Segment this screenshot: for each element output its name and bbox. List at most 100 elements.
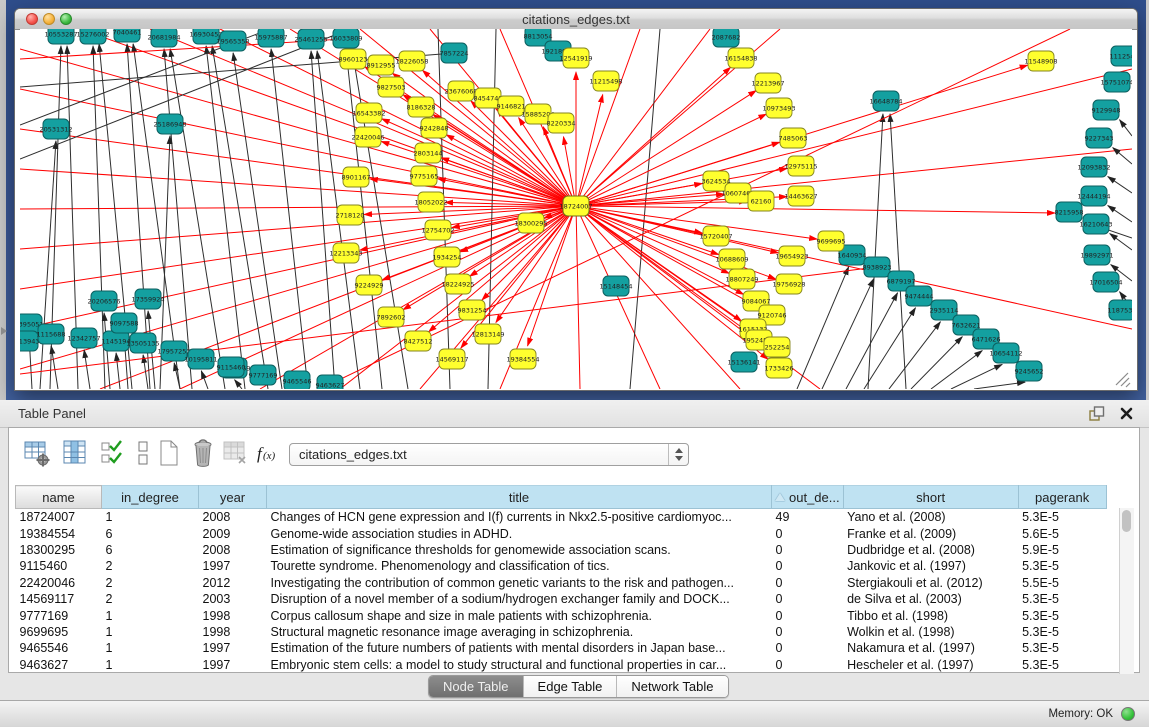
table-cell[interactable]: 0 [772,591,844,607]
network-node[interactable]: 18224925 [441,274,474,294]
table-cell[interactable]: Nakamura et al. (1997) [843,640,1018,656]
table-row[interactable]: 969969511998Structural magnetic resonanc… [16,624,1107,640]
table-cell[interactable]: 0 [772,558,844,574]
table-cell[interactable]: 0 [772,657,844,673]
table-row[interactable]: 977716911998Corpus callosum shape and si… [16,607,1107,623]
table-cell[interactable]: 18724007 [16,509,102,526]
table-cell[interactable]: de Silva et al. (2003) [843,591,1018,607]
network-node[interactable]: 12213967 [751,73,784,93]
table-cell[interactable]: 1 [102,509,199,526]
table-cell[interactable]: 49 [772,509,844,526]
network-node[interactable]: 20206576 [87,291,120,311]
table-cell[interactable]: 5.5E-5 [1018,575,1106,591]
table-row[interactable]: 1456911722003Disruption of a novel membe… [16,591,1107,607]
table-cell[interactable]: Corpus callosum shape and size in male p… [267,607,772,623]
hidden-panel-arrow[interactable] [1,327,7,335]
network-node[interactable]: 8220334 [547,113,576,133]
close-panel-icon[interactable] [1118,405,1135,422]
table-cell[interactable]: 2009 [199,525,267,541]
network-node[interactable]: 7892602 [377,307,406,327]
column-header-title[interactable]: title [267,486,772,509]
table-cell[interactable]: 1 [102,657,199,673]
tab-node-table[interactable]: Node Table [429,676,524,697]
network-node[interactable]: 252254 [764,337,790,357]
table-scrollbar[interactable] [1119,508,1134,674]
table-columns-icon[interactable] [61,438,89,468]
table-cell[interactable]: Wolkin et al. (1998) [843,624,1018,640]
network-node[interactable]: 20531312 [39,119,72,139]
network-node[interactable]: 10553287 [44,29,77,44]
network-node[interactable]: 9227343 [1085,128,1114,148]
table-cell[interactable]: 9463627 [16,657,102,673]
table-cell[interactable]: 0 [772,542,844,558]
column-header-pagerank[interactable]: pagerank [1018,486,1106,509]
network-node[interactable]: 10195811 [184,349,217,369]
table-row[interactable]: 911546021997Tourette syndrome. Phenomeno… [16,558,1107,574]
table-settings-icon[interactable] [23,438,51,468]
network-node[interactable]: 18807249 [725,269,758,289]
memory-status-indicator[interactable] [1121,707,1135,721]
network-node[interactable]: 13505135 [126,333,159,353]
table-cell[interactable]: 14569117 [16,591,102,607]
network-node[interactable]: 8186328 [407,97,436,117]
table-cell[interactable]: Stergiakouli et al. (2012) [843,575,1018,591]
table-cell[interactable]: 6 [102,542,199,558]
network-node[interactable]: 15751074 [1100,72,1132,92]
network-node[interactable]: 16033809 [329,29,362,48]
network-node[interactable]: 9465546 [283,371,312,389]
network-node[interactable]: 19565358 [216,31,249,51]
network-node[interactable]: 9463627 [316,375,345,389]
table-cell[interactable]: 1998 [199,624,267,640]
network-table-select[interactable]: citations_edges.txt [289,443,689,466]
network-node[interactable]: 12342757 [67,328,100,348]
network-node[interactable]: 7857224 [440,43,469,63]
table-cell[interactable]: 5.9E-5 [1018,542,1106,558]
network-node[interactable]: 8960123 [339,49,368,69]
network-node[interactable]: 16210643 [1079,214,1112,234]
network-node[interactable]: 25186948 [153,114,186,134]
table-cell[interactable]: Estimation of significance thresholds fo… [267,542,772,558]
table-cell[interactable]: 5.3E-5 [1018,624,1106,640]
network-node[interactable]: 7485063 [779,128,808,148]
network-node[interactable]: 15975887 [254,29,287,47]
table-cell[interactable]: 9465546 [16,640,102,656]
table-cell[interactable]: 19384554 [16,525,102,541]
table-cell[interactable]: Dudbridge et al. (2008) [843,542,1018,558]
network-canvas[interactable]: 1055328715276002704046120681984169304531… [20,29,1132,389]
network-node[interactable]: 9831254 [458,300,487,320]
function-icon[interactable]: f (x) [255,438,281,468]
resize-grip[interactable] [1116,373,1130,387]
network-node[interactable]: 2803144 [414,143,443,163]
table-cell[interactable]: Genome-wide association studies in ADHD. [267,525,772,541]
table-cell[interactable]: 5.3E-5 [1018,509,1106,526]
network-node[interactable]: 9777169 [249,365,278,385]
table-cell[interactable]: 1997 [199,558,267,574]
table-cell[interactable]: 5.6E-5 [1018,525,1106,541]
table-cell[interactable]: 0 [772,575,844,591]
table-cell[interactable]: 5.3E-5 [1018,657,1106,673]
network-node[interactable]: 15148454 [599,276,632,296]
table-row[interactable]: 946362711997Embryonic stem cells: a mode… [16,657,1107,673]
network-node[interactable]: 9474444 [905,286,934,306]
network-node[interactable]: 1733426 [765,358,794,378]
table-cell[interactable]: Franke et al. (2009) [843,525,1018,541]
network-node[interactable]: 10654112 [989,343,1022,363]
network-node[interactable]: 2087682 [712,29,741,47]
delete-trash-icon[interactable] [189,438,217,468]
network-view[interactable]: 1055328715276002704046120681984169304531… [20,29,1132,389]
network-node[interactable]: 9224929 [355,275,384,295]
table-cell[interactable]: 2008 [199,509,267,526]
network-node[interactable]: 12975115 [784,156,817,176]
table-cell[interactable]: Tibbo et al. (1998) [843,607,1018,623]
table-cell[interactable]: 22420046 [16,575,102,591]
table-cell[interactable]: 9699695 [16,624,102,640]
network-node[interactable]: 18052022 [414,192,447,212]
network-node[interactable]: 8215958 [1055,202,1084,222]
table-row[interactable]: 2242004622012Investigating the contribut… [16,575,1107,591]
network-node[interactable]: 1115688 [37,324,66,344]
network-node[interactable]: 12754702 [421,220,454,240]
table-cell[interactable]: 0 [772,624,844,640]
network-node[interactable]: 12541919 [559,48,592,68]
network-node[interactable]: 9775165 [410,166,439,186]
network-node[interactable]: 19892971 [1080,245,1113,265]
